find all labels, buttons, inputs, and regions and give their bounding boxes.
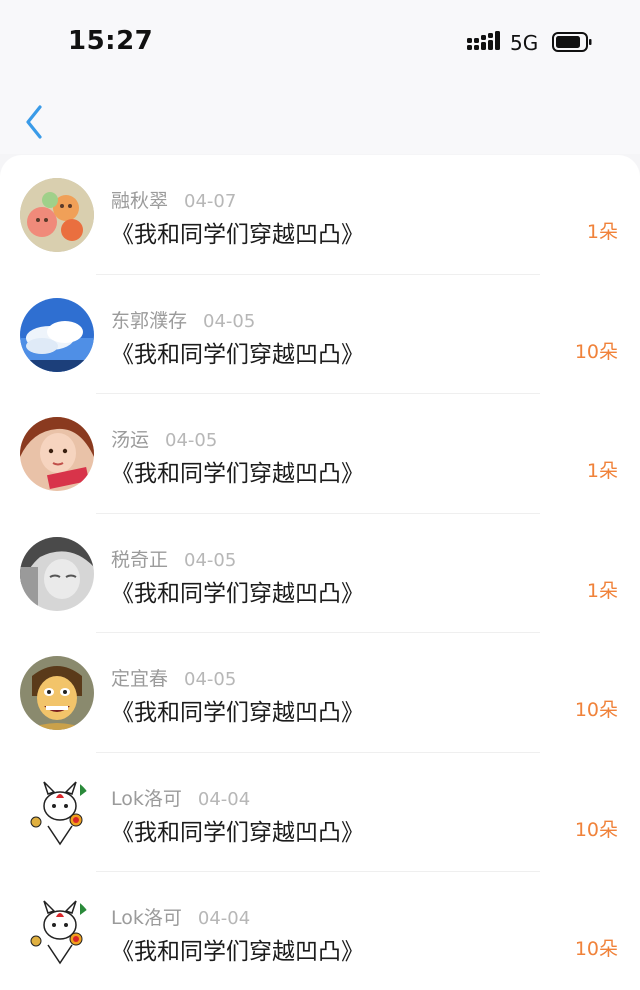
list-item[interactable]: Lok洛可 04-04 《我和同学们穿越凹凸》 10朵 <box>0 753 640 872</box>
battery-icon <box>552 32 592 52</box>
date: 04-07 <box>184 191 237 212</box>
date: 04-04 <box>197 788 251 810</box>
date: 04-05 <box>165 430 218 451</box>
username: 融秋翠 04-07 <box>111 190 237 212</box>
avatar[interactable] <box>20 417 94 491</box>
date: 04-05 <box>184 669 237 690</box>
chevron-left-icon <box>26 105 42 139</box>
list-item[interactable]: 定宜春 04-05 《我和同学们穿越凹凸》 10朵 <box>0 633 640 753</box>
flower-count: 10朵 <box>574 340 618 363</box>
story-title: 《我和同学们穿越凹凸》 <box>111 819 364 846</box>
list-item[interactable]: 东郭濮存 04-05 《我和同学们穿越凹凸》 10朵 <box>0 275 640 394</box>
signal-icon <box>467 31 500 50</box>
flower-record-list: 融秋翠 04-07 《我和同学们穿越凹凸》 1朵 东郭濮存 04-05 《我和同学们… <box>0 155 640 990</box>
date: 04-04 <box>197 908 251 929</box>
flower-count: 10朵 <box>574 938 618 960</box>
list-item[interactable]: 汤运 04-05 《我和同学们穿越凹凸》 1朵 <box>0 394 640 514</box>
username: 汤运 04-05 <box>111 429 218 451</box>
network-type: 5G <box>510 31 539 55</box>
flower-count: 1朵 <box>586 221 618 243</box>
story-title: 《我和同学们穿越凹凸》 <box>111 461 364 487</box>
flower-count: 10朵 <box>574 818 618 841</box>
story-title: 《我和同学们穿越凹凸》 <box>111 700 364 726</box>
avatar[interactable] <box>20 297 94 372</box>
back-button[interactable] <box>18 102 54 142</box>
username: 定宜春 04-05 <box>111 668 237 690</box>
status-time: 15:27 <box>68 26 154 56</box>
avatar[interactable] <box>20 536 94 611</box>
username: 税奇正 04-05 <box>111 548 237 571</box>
avatar[interactable] <box>20 775 94 850</box>
story-title: 《我和同学们穿越凹凸》 <box>111 341 364 368</box>
status-bar: 15:27 5G <box>0 0 640 88</box>
date: 04-05 <box>203 310 256 332</box>
username: Lok洛可 04-04 <box>111 907 251 929</box>
story-title: 《我和同学们穿越凹凸》 <box>111 580 364 607</box>
username: Lok洛可 04-04 <box>111 787 251 810</box>
avatar[interactable] <box>20 178 94 252</box>
avatar[interactable] <box>20 656 94 730</box>
story-title: 《我和同学们穿越凹凸》 <box>111 939 364 965</box>
list-item[interactable]: 融秋翠 04-07 《我和同学们穿越凹凸》 1朵 <box>0 155 640 275</box>
username: 东郭濮存 04-05 <box>111 309 256 332</box>
avatar[interactable] <box>20 895 94 969</box>
nav-bar <box>0 88 640 154</box>
date: 04-05 <box>184 549 237 571</box>
list-item[interactable]: 税奇正 04-05 《我和同学们穿越凹凸》 1朵 <box>0 514 640 633</box>
flower-count: 1朵 <box>586 460 618 482</box>
story-title: 《我和同学们穿越凹凸》 <box>111 222 364 248</box>
flower-count: 1朵 <box>586 579 618 602</box>
list-item[interactable]: Lok洛可 04-04 《我和同学们穿越凹凸》 10朵 <box>0 872 640 990</box>
flower-count: 10朵 <box>574 699 618 721</box>
